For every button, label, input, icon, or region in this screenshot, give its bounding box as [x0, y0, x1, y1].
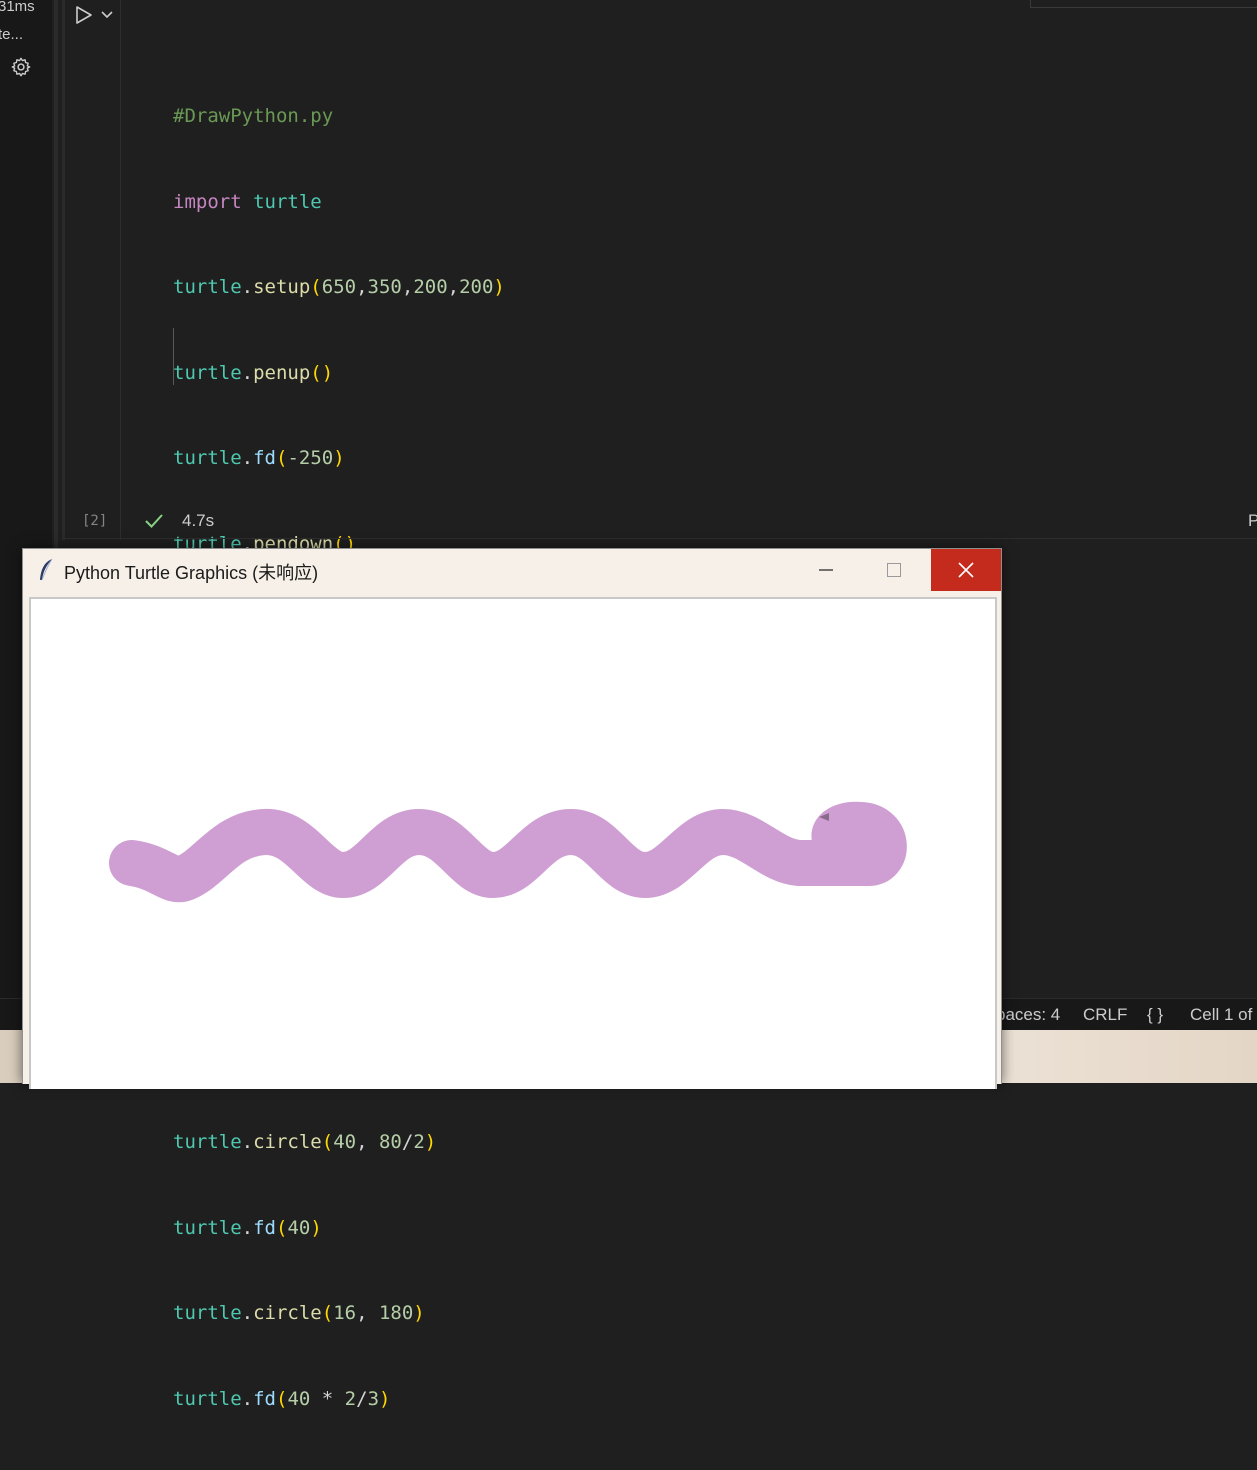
code-line: turtle.setup(650,350,200,200): [173, 276, 505, 298]
turtle-canvas-area[interactable]: [29, 597, 997, 1089]
turtle-window[interactable]: Python Turtle Graphics (未响应): [22, 548, 1002, 1089]
code-line: turtle.fd(40): [173, 1216, 322, 1239]
status-language-braces[interactable]: { }: [1147, 1005, 1163, 1025]
chevron-down-icon[interactable]: [100, 8, 114, 22]
cell-toolbar-edge: [1030, 0, 1257, 8]
cell-focus-bar: [62, 0, 65, 540]
turtle-window-title: Python Turtle Graphics (未响应): [64, 563, 319, 583]
status-line-endings[interactable]: CRLF: [1083, 1005, 1127, 1025]
close-button[interactable]: [931, 549, 1001, 591]
turtle-window-titlebar[interactable]: Python Turtle Graphics (未响应): [23, 549, 1001, 591]
cell-output-divider: [62, 538, 1257, 539]
maximize-icon: [887, 563, 901, 577]
code-line: turtle.circle(16, 180): [173, 1302, 425, 1324]
turtle-drawing: [109, 801, 907, 903]
code-line: turtle.circle(40, 80/2): [173, 1131, 437, 1153]
maximize-button[interactable]: [867, 549, 921, 591]
minimize-button[interactable]: [799, 549, 853, 591]
success-check-icon: [145, 514, 163, 528]
execution-time: 4.7s: [182, 511, 215, 530]
code-line: turtle.penup(): [173, 361, 334, 384]
truncated-label: P: [1248, 511, 1257, 530]
feather-icon: [40, 558, 53, 581]
close-icon: [958, 562, 974, 578]
execution-count: [2]: [82, 513, 108, 529]
cell-gutter-divider: [120, 0, 121, 540]
comment-text: #DrawPython.py: [173, 105, 334, 127]
code-line: #DrawPython.py: [173, 102, 505, 131]
code-line: turtle.fd(-250): [173, 447, 345, 469]
code-line: import turtle: [173, 190, 322, 213]
code-line: turtle.fd(40 * 2/3): [173, 1387, 391, 1410]
run-cell-icon[interactable]: [74, 5, 94, 25]
snake-stroke: [109, 801, 907, 903]
truncated-text: te...: [0, 26, 24, 43]
timing-text: 31ms: [0, 0, 35, 15]
minimize-icon: [819, 569, 833, 571]
status-cell-position[interactable]: Cell 1 of: [1190, 1005, 1252, 1025]
gear-icon[interactable]: [10, 56, 32, 78]
indent-guide: [173, 328, 174, 385]
status-indentation[interactable]: paces: 4: [996, 1005, 1060, 1025]
